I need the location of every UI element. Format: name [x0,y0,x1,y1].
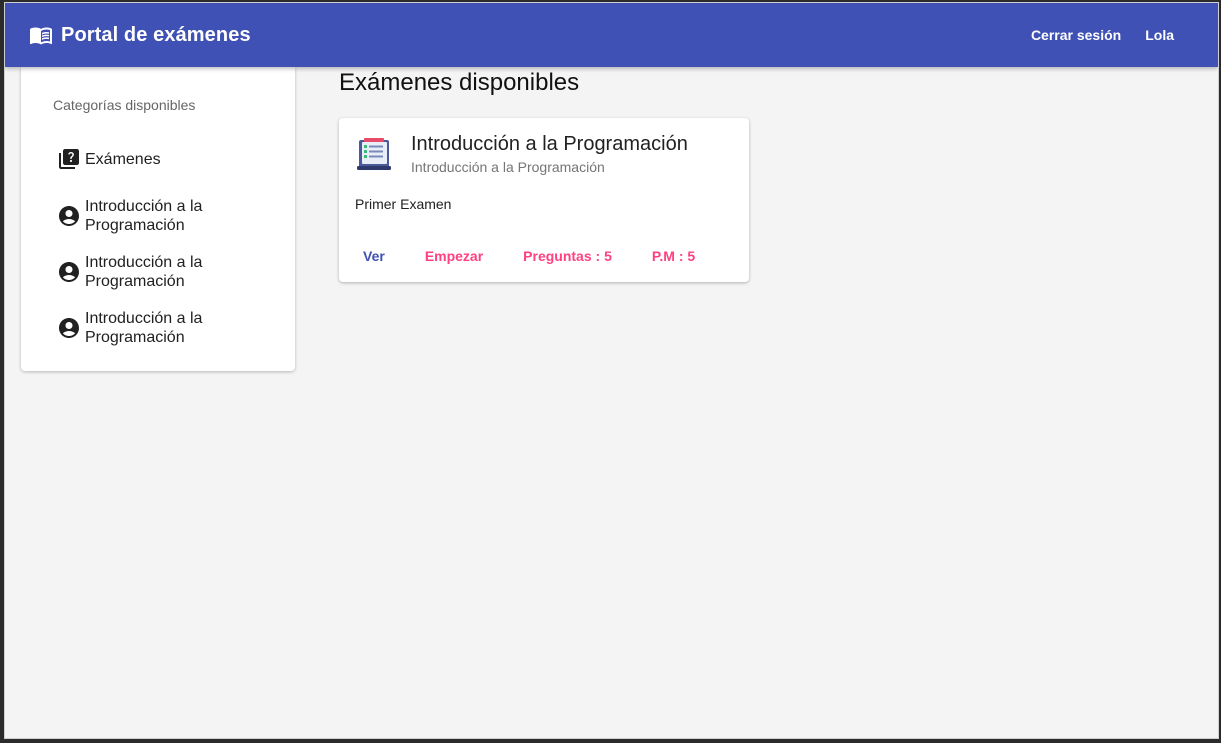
exam-title: Introducción a la Programación [411,133,688,155]
exam-actions: Ver Empezar Preguntas : 5 P.M : 5 [347,238,719,274]
start-exam-button[interactable]: Empezar [409,238,499,274]
sidebar-item-label: Introducción a la Programación [85,198,203,234]
view-exam-button[interactable]: Ver [347,238,401,274]
max-points-button[interactable]: P.M : 5 [636,238,711,274]
app-window: Portal de exámenes Cerrar sesión Lola Ca… [4,2,1219,739]
exam-description: Primer Examen [355,196,452,212]
page-title: Exámenes disponibles [339,69,580,96]
sidebar-item-category[interactable]: Introducción a la Programación [57,309,225,347]
quiz-icon [57,147,81,171]
categories-sidebar: Categorías disponibles Exámenes Introduc… [21,67,295,371]
app-title: Portal de exámenes [61,23,251,46]
logout-button[interactable]: Cerrar sesión [1019,17,1133,53]
sidebar-item-label: Exámenes [85,150,161,168]
brand-link[interactable]: Portal de exámenes [29,23,251,47]
menu-book-icon [29,23,53,47]
top-toolbar: Portal de exámenes Cerrar sesión Lola [5,3,1218,67]
sidebar-item-category[interactable]: Introducción a la Programación [57,253,225,291]
exam-card: Introducción a la Programación Introducc… [339,118,749,282]
sidebar-item-label: Introducción a la Programación [85,310,203,346]
sidebar-item-examenes[interactable]: Exámenes [57,147,225,171]
account-circle-icon [57,316,81,340]
sidebar-subheader: Categorías disponibles [53,97,196,113]
sidebar-item-category[interactable]: Introducción a la Programación [57,197,225,235]
sidebar-item-label: Introducción a la Programación [85,254,203,290]
user-profile-button[interactable]: Lola [1133,17,1186,53]
exam-document-icon [355,134,395,174]
questions-count-button[interactable]: Preguntas : 5 [507,238,628,274]
account-circle-icon [57,204,81,228]
account-circle-icon [57,260,81,284]
exam-subtitle: Introducción a la Programación [411,159,605,175]
